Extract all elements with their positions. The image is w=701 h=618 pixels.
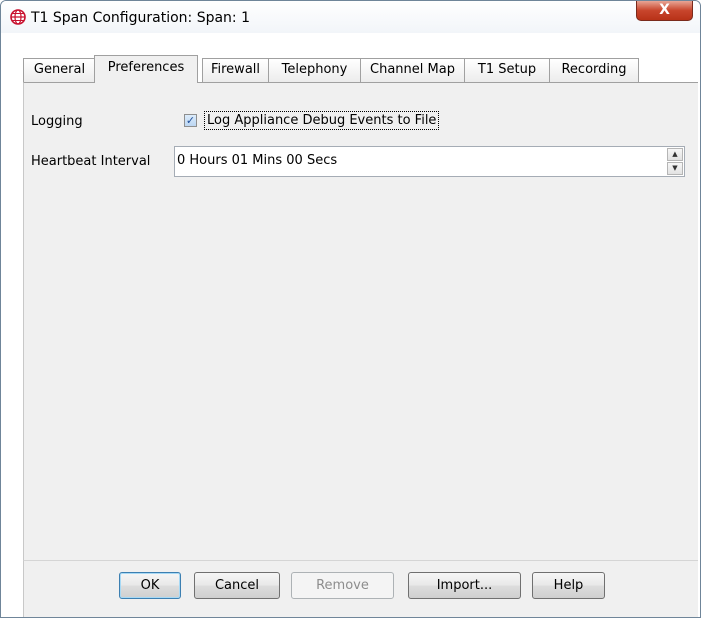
close-button[interactable]: X — [636, 1, 693, 21]
ok-button[interactable]: OK — [119, 572, 181, 599]
cancel-button-label: Cancel — [214, 578, 260, 593]
tab-strip: General Preferences Firewall Telephony C… — [23, 55, 700, 83]
tab-firewall[interactable]: Firewall — [202, 58, 269, 82]
window-left-margin — [1, 33, 10, 617]
dialog-window: T1 Span Configuration: Span: 1 X General… — [0, 0, 701, 618]
spin-down-arrow-icon[interactable]: ▼ — [667, 162, 683, 175]
import-button[interactable]: Import... — [408, 572, 521, 599]
tab-label: General — [33, 62, 86, 77]
logging-label: Logging — [31, 114, 83, 129]
title-bar[interactable]: T1 Span Configuration: Span: 1 X — [1, 1, 700, 33]
tab-general[interactable]: General — [23, 58, 96, 82]
debug-log-checkbox-label[interactable]: Log Appliance Debug Events to File — [204, 111, 440, 130]
heartbeat-interval-spinner[interactable]: 0 Hours 01 Mins 00 Secs ▲ ▼ — [174, 146, 685, 177]
window-title: T1 Span Configuration: Span: 1 — [31, 10, 250, 26]
tab-label: Recording — [561, 62, 627, 77]
tab-label: Preferences — [107, 60, 185, 75]
button-bar: OK Cancel Remove Import... Help — [23, 560, 698, 617]
ok-button-label: OK — [140, 578, 160, 593]
app-logo-icon — [10, 9, 26, 25]
cancel-button[interactable]: Cancel — [194, 572, 280, 599]
tab-label: Firewall — [210, 62, 261, 77]
tab-preferences[interactable]: Preferences — [94, 55, 198, 83]
tab-channel-map[interactable]: Channel Map — [360, 58, 465, 82]
tab-recording[interactable]: Recording — [549, 58, 639, 82]
spin-up-glyph: ▲ — [672, 150, 678, 158]
remove-button[interactable]: Remove — [291, 572, 394, 599]
tab-label: Telephony — [281, 62, 348, 77]
tab-label: T1 Setup — [477, 62, 537, 77]
tab-telephony[interactable]: Telephony — [268, 58, 361, 82]
close-icon: X — [659, 2, 670, 18]
heartbeat-interval-label: Heartbeat Interval — [31, 154, 151, 169]
checkmark-icon: ✓ — [185, 114, 196, 127]
help-button-label: Help — [553, 578, 584, 593]
spin-down-glyph: ▼ — [672, 164, 678, 172]
tab-label: Channel Map — [370, 62, 455, 77]
help-button[interactable]: Help — [532, 572, 605, 599]
remove-button-label: Remove — [316, 578, 369, 593]
spin-up-arrow-icon[interactable]: ▲ — [667, 148, 683, 161]
debug-log-checkbox[interactable]: ✓ — [184, 114, 197, 127]
heartbeat-interval-value[interactable]: 0 Hours 01 Mins 00 Secs — [177, 153, 337, 168]
import-button-label: Import... — [436, 578, 493, 593]
tab-t1-setup[interactable]: T1 Setup — [464, 58, 550, 82]
preferences-panel: Logging ✓ Log Appliance Debug Events to … — [23, 82, 698, 560]
